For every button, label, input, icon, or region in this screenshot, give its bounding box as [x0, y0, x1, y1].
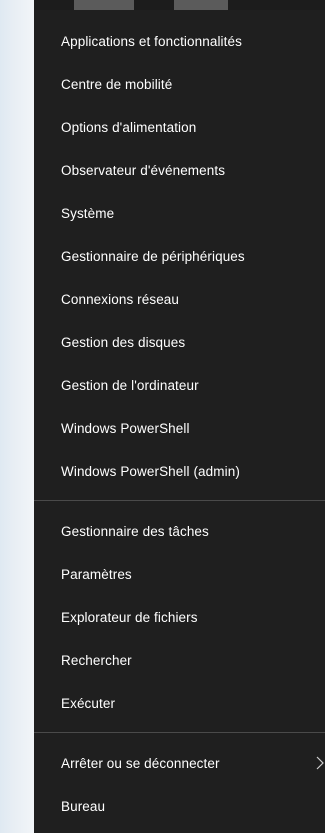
menu-item-label: Connexions réseau: [61, 292, 180, 307]
power-user-menu: Applications et fonctionnalités Centre d…: [34, 10, 325, 833]
menu-item-label: Gestion de l'ordinateur: [61, 378, 199, 393]
menu-separator: [34, 732, 325, 733]
menu-item-powershell[interactable]: Windows PowerShell: [34, 407, 325, 450]
menu-item-label: Système: [61, 206, 115, 221]
menu-item-task-manager[interactable]: Gestionnaire des tâches: [34, 510, 325, 553]
menu-item-label: Gestionnaire des tâches: [61, 524, 209, 539]
menu-item-event-viewer[interactable]: Observateur d'événements: [34, 149, 325, 192]
chevron-right-icon: [316, 756, 324, 770]
menu-item-shutdown-signout[interactable]: Arrêter ou se déconnecter: [34, 742, 325, 785]
menu-item-label: Windows PowerShell (admin): [61, 464, 240, 479]
menu-item-apps-features[interactable]: Applications et fonctionnalités: [34, 20, 325, 63]
desktop-wallpaper-top: [34, 0, 325, 10]
menu-item-label: Gestionnaire de périphériques: [61, 249, 245, 264]
menu-item-label: Centre de mobilité: [61, 77, 173, 92]
menu-item-desktop[interactable]: Bureau: [34, 785, 325, 828]
menu-item-label: Arrêter ou se déconnecter: [61, 756, 220, 771]
menu-item-label: Exécuter: [61, 696, 116, 711]
menu-item-label: Windows PowerShell: [61, 421, 190, 436]
menu-item-label: Paramètres: [61, 567, 132, 582]
menu-item-mobility-center[interactable]: Centre de mobilité: [34, 63, 325, 106]
menu-item-system[interactable]: Système: [34, 192, 325, 235]
menu-item-label: Gestion des disques: [61, 335, 186, 350]
menu-item-disk-management[interactable]: Gestion des disques: [34, 321, 325, 364]
menu-item-label: Rechercher: [61, 653, 132, 668]
menu-item-device-manager[interactable]: Gestionnaire de périphériques: [34, 235, 325, 278]
screen: Applications et fonctionnalités Centre d…: [0, 0, 325, 833]
menu-separator: [34, 500, 325, 501]
menu-item-powershell-admin[interactable]: Windows PowerShell (admin): [34, 450, 325, 493]
menu-item-label: Explorateur de fichiers: [61, 610, 198, 625]
menu-item-label: Bureau: [61, 799, 106, 814]
desktop-wallpaper-left: [0, 0, 34, 833]
menu-item-settings[interactable]: Paramètres: [34, 553, 325, 596]
menu-item-search[interactable]: Rechercher: [34, 639, 325, 682]
menu-item-network-connections[interactable]: Connexions réseau: [34, 278, 325, 321]
menu-item-computer-management[interactable]: Gestion de l'ordinateur: [34, 364, 325, 407]
menu-item-file-explorer[interactable]: Explorateur de fichiers: [34, 596, 325, 639]
menu-item-run[interactable]: Exécuter: [34, 682, 325, 725]
menu-item-label: Applications et fonctionnalités: [61, 34, 242, 49]
menu-item-label: Options d'alimentation: [61, 120, 197, 135]
menu-item-label: Observateur d'événements: [61, 163, 226, 178]
menu-item-power-options[interactable]: Options d'alimentation: [34, 106, 325, 149]
